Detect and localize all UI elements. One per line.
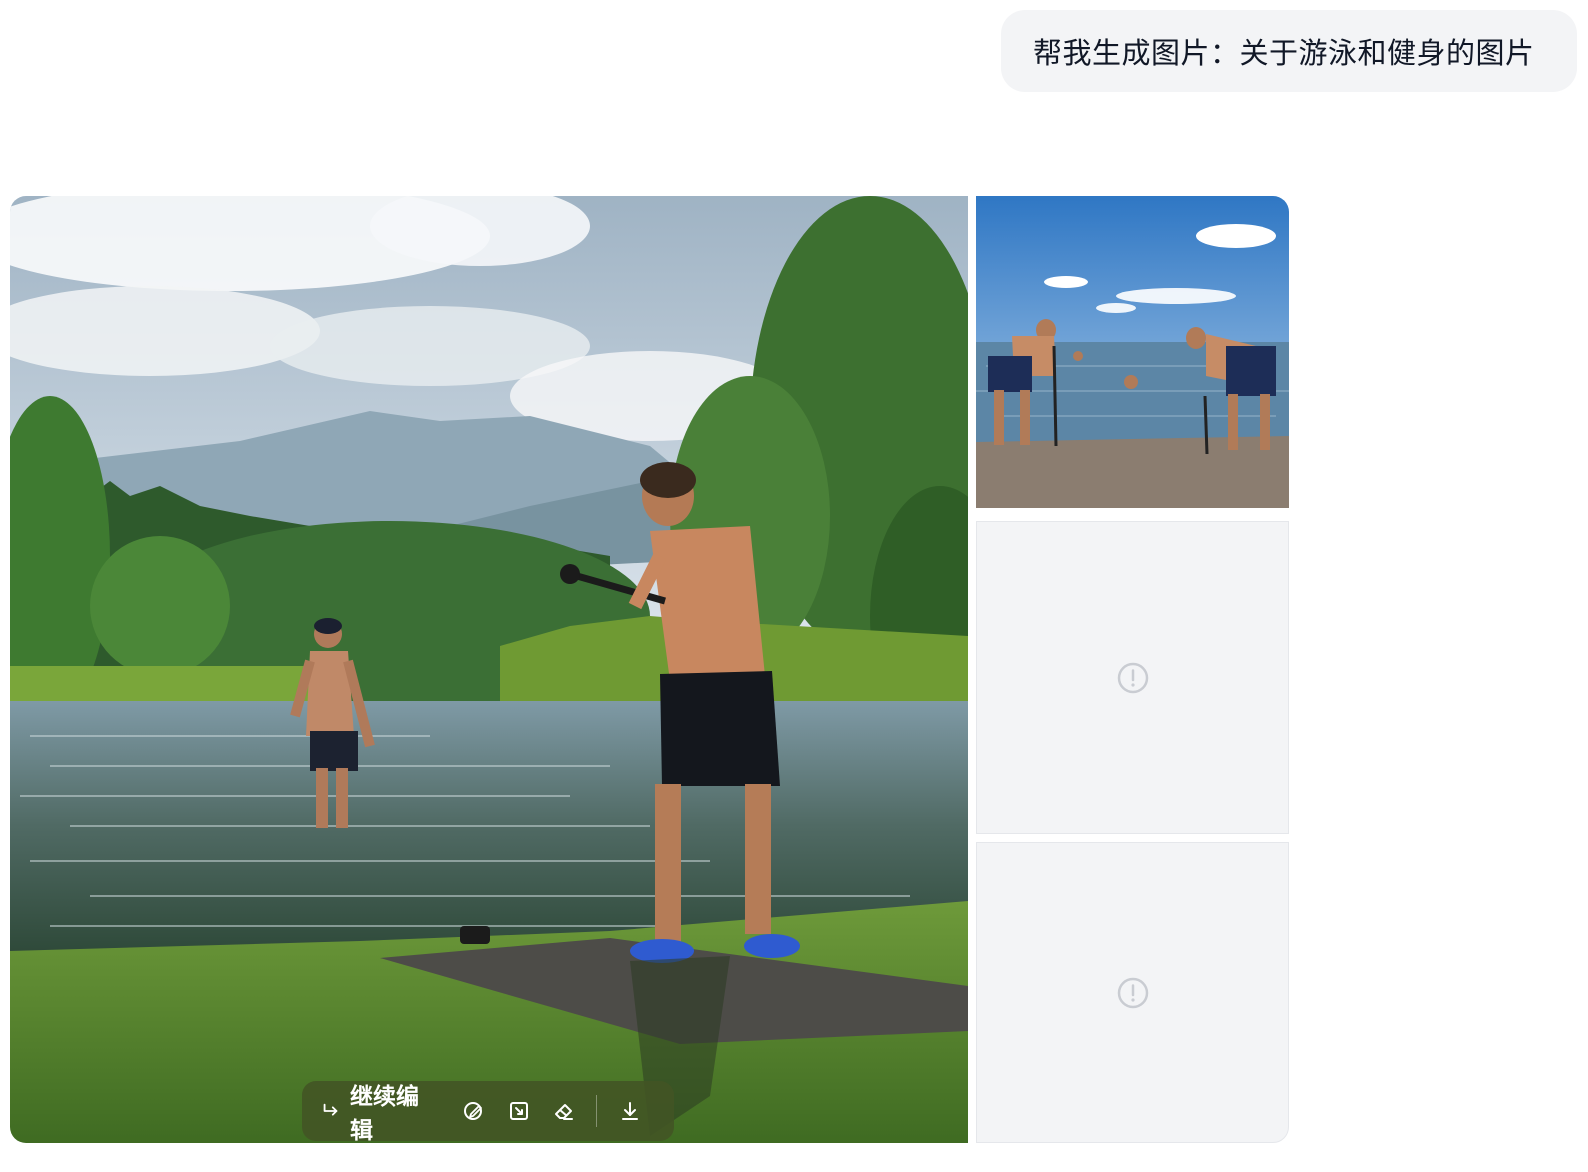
download-button[interactable] xyxy=(611,1091,648,1131)
reply-arrow-icon xyxy=(323,1103,338,1116)
expand-button[interactable] xyxy=(501,1091,538,1131)
alert-circle-icon xyxy=(1117,662,1148,693)
erase-button[interactable] xyxy=(546,1091,583,1131)
thumb-1-artwork xyxy=(976,196,1289,508)
generated-image-thumb-1[interactable] xyxy=(976,196,1289,508)
expand-icon xyxy=(510,1102,529,1120)
remix-button[interactable] xyxy=(456,1091,493,1131)
continue-edit-button[interactable]: 继续编辑 xyxy=(320,1077,434,1145)
user-message-bubble: 帮我生成图片：关于游泳和健身的图片 xyxy=(1001,10,1577,92)
continue-edit-label: 继续编辑 xyxy=(349,1084,419,1144)
generated-image-thumb-3-placeholder[interactable] xyxy=(976,842,1289,1143)
pencil-circle-icon xyxy=(464,1102,483,1120)
user-message-text: 帮我生成图片：关于游泳和健身的图片 xyxy=(1033,36,1535,70)
main-image-artwork xyxy=(10,196,968,1143)
alert-circle-icon xyxy=(1117,977,1148,1008)
download-icon xyxy=(621,1102,638,1120)
generated-image-thumb-2-placeholder[interactable] xyxy=(976,521,1289,834)
toolbar-divider xyxy=(596,1095,598,1127)
image-action-toolbar: 继续编辑 xyxy=(302,1081,674,1144)
generated-image-main[interactable] xyxy=(10,196,968,1143)
eraser-icon xyxy=(554,1104,573,1120)
